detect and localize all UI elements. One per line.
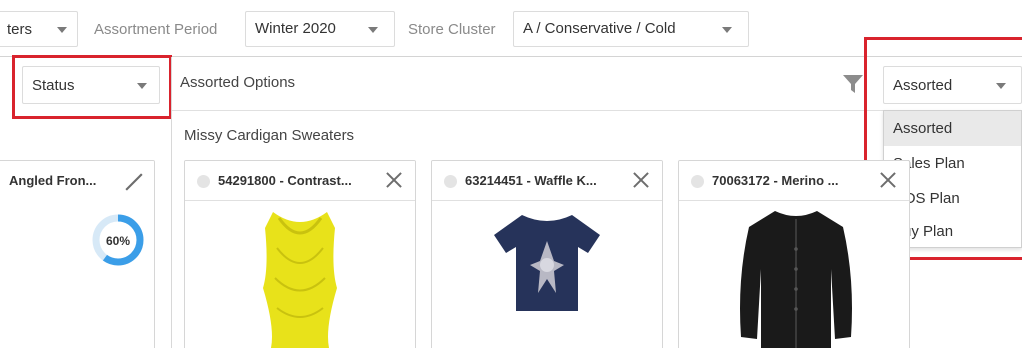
card-title: 54291800 - Contrast... bbox=[218, 173, 352, 188]
store-cluster-label: Store Cluster bbox=[408, 21, 496, 38]
option-card[interactable]: Angled Fron... 60% bbox=[0, 160, 155, 348]
progress-ring: 60% bbox=[92, 214, 144, 266]
assortment-period-label: Assortment Period bbox=[94, 21, 218, 38]
add-icon[interactable] bbox=[123, 171, 145, 193]
partial-dropdown[interactable]: ters bbox=[0, 11, 78, 47]
progress-label: 60% bbox=[106, 234, 130, 248]
product-image-black-cardigan bbox=[740, 211, 852, 348]
assortment-period-value: Winter 2020 bbox=[255, 20, 336, 37]
chevron-down-icon bbox=[722, 27, 732, 33]
info-icon[interactable] bbox=[691, 175, 704, 188]
chevron-down-icon bbox=[57, 27, 67, 33]
product-image-navy-tee bbox=[494, 215, 600, 311]
card-title: 70063172 - Merino ... bbox=[712, 173, 839, 188]
option-card[interactable]: 54291800 - Contrast... bbox=[184, 160, 416, 348]
section-title: Assorted Options bbox=[180, 74, 296, 91]
partial-dropdown-value: ters bbox=[7, 21, 33, 38]
product-image-yellow-top bbox=[263, 212, 337, 348]
group-title: Missy Cardigan Sweaters bbox=[184, 127, 355, 144]
close-icon[interactable] bbox=[877, 169, 899, 191]
option-card[interactable]: 70063172 - Merino ... bbox=[678, 160, 910, 348]
filter-icon[interactable] bbox=[842, 73, 864, 95]
panel-divider bbox=[171, 57, 172, 348]
info-icon[interactable] bbox=[197, 175, 210, 188]
close-icon[interactable] bbox=[630, 169, 652, 191]
card-title: Angled Fron... bbox=[9, 173, 97, 188]
store-cluster-value: A / Conservative / Cold bbox=[523, 20, 676, 37]
assortment-period-dropdown[interactable]: Winter 2020 bbox=[245, 11, 395, 47]
card-title: 63214451 - Waffle K... bbox=[465, 173, 597, 188]
store-cluster-dropdown[interactable]: A / Conservative / Cold bbox=[513, 11, 749, 47]
info-icon[interactable] bbox=[444, 175, 457, 188]
chevron-down-icon bbox=[368, 27, 378, 33]
close-icon[interactable] bbox=[383, 169, 405, 191]
option-card[interactable]: 63214451 - Waffle K... bbox=[431, 160, 663, 348]
status-highlight bbox=[12, 55, 172, 119]
